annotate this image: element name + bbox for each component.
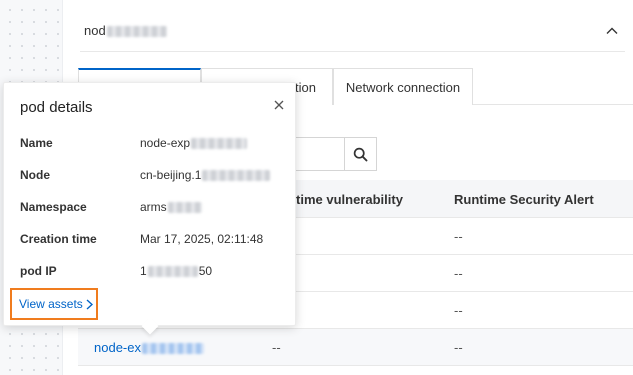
redacted-text xyxy=(106,26,167,38)
close-icon[interactable] xyxy=(274,100,284,110)
chevron-right-icon xyxy=(86,298,93,310)
search-icon xyxy=(353,147,368,161)
redacted-text xyxy=(147,266,198,278)
view-assets-label: View assets xyxy=(19,297,83,311)
redacted-text xyxy=(191,138,248,150)
alert-cell: -- xyxy=(454,266,463,281)
field-label-node: Node xyxy=(20,168,50,182)
field-value-namespace: arms xyxy=(140,200,202,214)
alert-cell: -- xyxy=(454,229,463,244)
field-value-node: cn-beijing.1 xyxy=(140,168,271,182)
search-button[interactable] xyxy=(344,137,377,171)
node-name-link[interactable]: node-ex xyxy=(94,340,204,355)
field-label-creation-time: Creation time xyxy=(20,232,97,246)
alert-cell: -- xyxy=(454,340,463,355)
panel-title: nod xyxy=(84,23,167,38)
chevron-up-icon[interactable] xyxy=(605,24,619,38)
field-value-name: node-exp xyxy=(140,136,248,150)
alert-cell: -- xyxy=(454,303,463,318)
popover-title: pod details xyxy=(20,99,93,116)
table-row[interactable]: node-ex -- -- xyxy=(78,329,633,366)
field-label-pod-ip: pod IP xyxy=(20,264,57,278)
field-value-creation-time: Mar 17, 2025, 02:11:48 xyxy=(140,232,264,246)
column-header-vulnerability: time vulnerability xyxy=(296,192,403,207)
panel-header[interactable]: nod xyxy=(80,12,625,52)
field-label-namespace: Namespace xyxy=(20,200,87,214)
view-assets-link[interactable]: View assets xyxy=(10,288,98,320)
tab-network-connection[interactable]: Network connection xyxy=(333,68,473,105)
field-value-pod-ip: 1 50 xyxy=(140,264,213,278)
field-label-name: Name xyxy=(20,136,53,150)
redacted-text xyxy=(202,170,271,182)
redacted-text xyxy=(167,202,202,214)
vulnerability-cell: -- xyxy=(272,340,281,355)
column-header-security-alert[interactable]: Runtime Security Alert xyxy=(454,192,594,207)
redacted-text xyxy=(141,343,204,355)
